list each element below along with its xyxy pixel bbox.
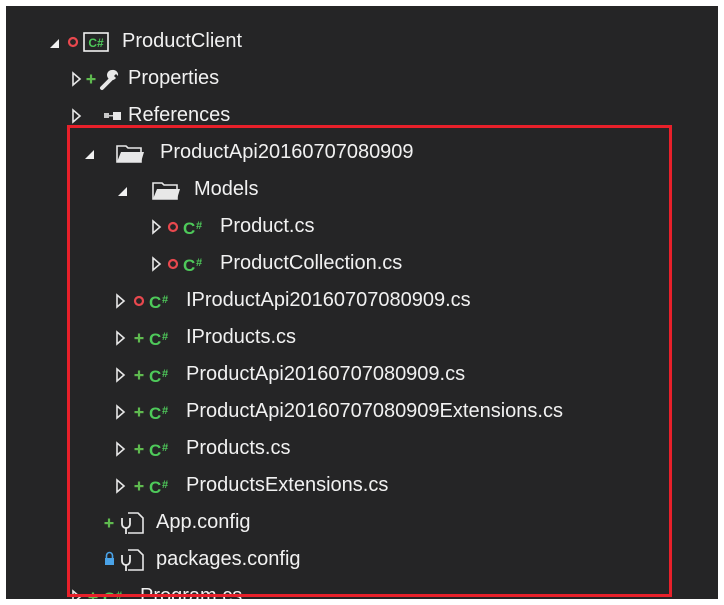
collapsed-arrow-icon[interactable] — [112, 356, 130, 393]
svg-text:#: # — [196, 257, 202, 269]
tree-item[interactable]: C # ProductCollection.cs — [6, 245, 718, 282]
svg-text:#: # — [196, 220, 202, 232]
csharp-file-icon: C # — [182, 208, 214, 245]
tree-item-label: packages.config — [156, 548, 301, 570]
folder-icon — [150, 171, 184, 208]
tree-item[interactable]: C # Product.cs — [6, 208, 718, 245]
collapsed-arrow-icon[interactable] — [112, 319, 130, 356]
tree-item-label: Program.cs — [140, 585, 243, 599]
pending-add-status-icon — [132, 356, 148, 393]
tree-item[interactable]: Models — [6, 171, 718, 208]
svg-text:C: C — [149, 367, 161, 386]
svg-text:#: # — [162, 405, 168, 417]
checked-out-status-icon — [166, 208, 182, 245]
tree-item-label: ProductClient — [122, 30, 243, 52]
tree-item[interactable]: C# ProductClient — [6, 23, 718, 60]
svg-text:C#: C# — [88, 36, 104, 50]
pending-add-status-icon — [132, 430, 148, 467]
collapsed-arrow-icon[interactable] — [112, 393, 130, 430]
svg-text:#: # — [162, 442, 168, 454]
tree-item-label: ProductCollection.cs — [220, 252, 403, 274]
pending-add-status-icon — [132, 319, 148, 356]
checked-out-status-icon — [132, 282, 148, 319]
tree-item[interactable]: C # IProducts.cs — [6, 319, 718, 356]
tree-item-label: IProducts.cs — [186, 326, 297, 348]
pending-add-status-icon — [132, 393, 148, 430]
svg-text:C: C — [183, 256, 195, 275]
svg-text:C: C — [149, 478, 161, 497]
svg-text:#: # — [162, 368, 168, 380]
svg-text:C: C — [149, 293, 161, 312]
collapsed-arrow-icon[interactable] — [112, 430, 130, 467]
tree-item[interactable]: ProductApi20160707080909 — [6, 134, 718, 171]
tree-item-label: Product.cs — [220, 215, 315, 237]
csharp-file-icon: C # — [148, 430, 180, 467]
folder-icon — [114, 134, 148, 171]
tree-item-label: App.config — [156, 511, 251, 533]
config-file-icon — [114, 541, 148, 578]
svg-text:C: C — [103, 589, 115, 599]
config-file-icon — [114, 504, 148, 541]
csharp-file-icon: C # — [182, 245, 214, 282]
tree-item-label: IProductApi20160707080909.cs — [186, 289, 471, 311]
csharp-file-icon: C # — [148, 467, 180, 504]
tree-item[interactable]: C # ProductsExtensions.cs — [6, 467, 718, 504]
csharp-file-icon: C # — [148, 393, 180, 430]
expanded-arrow-icon[interactable] — [114, 171, 132, 208]
collapsed-arrow-icon[interactable] — [112, 467, 130, 504]
collapsed-arrow-icon[interactable] — [112, 282, 130, 319]
expanded-arrow-icon[interactable] — [46, 23, 64, 60]
checked-out-status-icon — [66, 23, 82, 60]
solution-explorer-tree[interactable]: C# ProductClient Properties References Produ… — [6, 6, 718, 599]
tree-item[interactable]: App.config — [6, 504, 718, 541]
svg-text:C: C — [149, 404, 161, 423]
checked-out-status-icon — [166, 245, 182, 282]
tree-item-label: ProductApi20160707080909Extensions.cs — [186, 400, 563, 422]
svg-text:C: C — [183, 219, 195, 238]
tree-item[interactable]: References — [6, 97, 718, 134]
svg-text:#: # — [116, 590, 122, 599]
svg-text:C: C — [149, 441, 161, 460]
tree-item-label: References — [128, 104, 231, 126]
svg-text:#: # — [162, 479, 168, 491]
svg-text:#: # — [162, 331, 168, 343]
screenshot-frame: C# ProductClient Properties References Produ… — [0, 0, 724, 605]
collapsed-arrow-icon[interactable] — [148, 245, 166, 282]
tree-item-label: ProductApi20160707080909.cs — [186, 363, 466, 385]
tree-item[interactable]: C # Program.cs — [6, 578, 718, 599]
tree-item-label: Properties — [128, 67, 220, 89]
tree-item[interactable]: C # Products.cs — [6, 430, 718, 467]
tree-item-label: ProductApi20160707080909 — [160, 141, 414, 163]
svg-text:C: C — [149, 330, 161, 349]
tree-item[interactable]: C # IProductApi20160707080909.cs — [6, 282, 718, 319]
tree-item-label: Models — [194, 178, 259, 200]
tree-item[interactable]: C # ProductApi20160707080909.cs — [6, 356, 718, 393]
csharp-project-icon: C# — [82, 23, 112, 60]
collapsed-arrow-icon[interactable] — [68, 97, 86, 134]
tree-item[interactable]: packages.config — [6, 541, 718, 578]
pending-add-status-icon — [86, 578, 102, 599]
svg-text:#: # — [162, 294, 168, 306]
tree-item-label: Products.cs — [186, 437, 291, 459]
csharp-file-icon: C # — [148, 356, 180, 393]
csharp-file-icon: C # — [102, 578, 134, 599]
tree-item[interactable]: C # ProductApi20160707080909Extensions.cs — [6, 393, 718, 430]
pending-add-status-icon — [132, 467, 148, 504]
csharp-file-icon: C # — [148, 319, 180, 356]
references-icon — [102, 97, 126, 134]
collapsed-arrow-icon[interactable] — [148, 208, 166, 245]
tree-item[interactable]: Properties — [6, 60, 718, 97]
collapsed-arrow-icon[interactable] — [68, 578, 86, 599]
expanded-arrow-icon[interactable] — [81, 134, 99, 171]
wrench-icon — [98, 60, 122, 97]
tree-item-label: ProductsExtensions.cs — [186, 474, 389, 496]
top-clip — [6, 6, 718, 12]
csharp-file-icon: C # — [148, 282, 180, 319]
